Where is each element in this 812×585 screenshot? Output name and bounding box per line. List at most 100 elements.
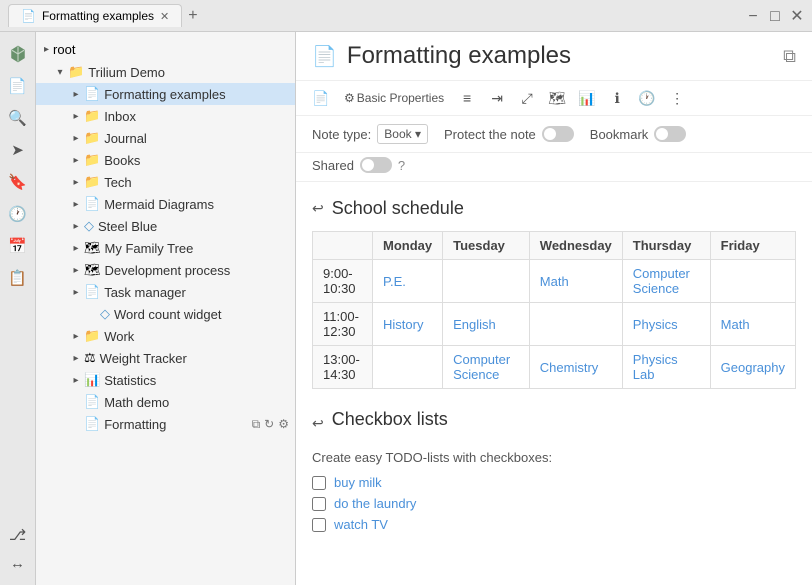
toolbar-btn-5[interactable]: 📊: [574, 85, 600, 111]
checkbox-2[interactable]: [312, 497, 326, 511]
cell-thu: Physics Lab: [622, 346, 710, 389]
toolbar-btn-1[interactable]: ≡: [454, 85, 480, 111]
new-tab-button[interactable]: +: [188, 7, 197, 25]
folder-icon: 📁: [68, 64, 84, 80]
tree-item-inbox[interactable]: ▸ 📁 Inbox: [36, 105, 295, 127]
tree-item-tech[interactable]: ▸ 📁 Tech: [36, 171, 295, 193]
tree-item-mermaid[interactable]: ▸ 📄 Mermaid Diagrams: [36, 193, 295, 215]
checkbox-item-3: watch TV: [312, 517, 796, 532]
chevron-icon: ▸: [68, 155, 84, 166]
tree-item-math-demo[interactable]: ▸ 📄 Math demo: [36, 391, 295, 413]
cell-wed: Chemistry: [529, 346, 622, 389]
tree-item-family-tree[interactable]: ▸ 🗺 My Family Tree: [36, 237, 295, 259]
history-button[interactable]: 🕐: [634, 85, 660, 111]
folder-icon: 📁: [84, 108, 100, 124]
settings-icon[interactable]: ⚙: [278, 417, 289, 432]
tree-item-formatting-examples[interactable]: ▸ 📄 Formatting examples: [36, 83, 295, 105]
chevron-icon: ▸: [68, 375, 84, 386]
chart-icon: 📊: [84, 372, 100, 388]
chevron-icon: ▸: [68, 243, 84, 254]
tree-root[interactable]: ▸ root: [36, 38, 295, 61]
col-thursday: Thursday: [622, 232, 710, 260]
cell-tue: [443, 260, 530, 303]
note-view-button[interactable]: 📄: [308, 85, 334, 111]
properties-button[interactable]: ⚙ Basic Properties: [338, 85, 450, 111]
bookmark-toggle[interactable]: [654, 126, 686, 142]
checkbox-desc: Create easy TODO-lists with checkboxes:: [312, 450, 796, 465]
info-button[interactable]: ℹ: [604, 85, 630, 111]
note-type-value: Book: [384, 127, 411, 141]
bookmark-item: Bookmark: [590, 126, 687, 142]
calendar-icon[interactable]: 📅: [4, 232, 32, 260]
tree-item-task-manager[interactable]: ▸ 📄 Task manager: [36, 281, 295, 303]
toolbar-btn-4[interactable]: 🗺: [544, 85, 570, 111]
layers-icon[interactable]: ⧉: [252, 417, 261, 432]
cell-mon: P.E.: [373, 260, 443, 303]
checkbox-label-1: buy milk: [334, 475, 382, 490]
sliders-icon: ⚙: [344, 91, 355, 105]
jump-icon[interactable]: ➤: [4, 136, 32, 164]
cell-tue: Computer Science: [443, 346, 530, 389]
toolbar-btn-3[interactable]: ⤢: [514, 85, 540, 111]
note-title-actions[interactable]: ⧉: [783, 46, 796, 67]
checkbox-3[interactable]: [312, 518, 326, 532]
tree-label: My Family Tree: [105, 241, 194, 256]
search-icon[interactable]: 🔍: [4, 104, 32, 132]
tree-item-books[interactable]: ▸ 📁 Books: [36, 149, 295, 171]
sync-icon[interactable]: ↔: [4, 549, 32, 577]
protect-label: Protect the note: [444, 127, 536, 142]
recent-icon[interactable]: 🕐: [4, 200, 32, 228]
tree-item-steel-blue[interactable]: ▸ ◇ Steel Blue: [36, 215, 295, 237]
note-title-bar: 📄 Formatting examples ⧉: [296, 32, 812, 81]
col-monday: Monday: [373, 232, 443, 260]
section-icon: ↩: [312, 200, 324, 217]
tree-label: Books: [104, 153, 140, 168]
cell-time: 9:00-10:30: [313, 260, 373, 303]
title-bar: 📄 Formatting examples ✕ + − □ ✕: [0, 0, 812, 32]
maximize-button[interactable]: □: [768, 9, 782, 23]
schedule-title: School schedule: [332, 198, 464, 219]
bookmarks-icon[interactable]: 🔖: [4, 168, 32, 196]
table-row: 13:00-14:30 Computer Science Chemistry P…: [313, 346, 796, 389]
new-note-icon[interactable]: 📄: [4, 72, 32, 100]
tree-item-work[interactable]: ▸ 📁 Work: [36, 325, 295, 347]
note-type-select[interactable]: Book ▾: [377, 124, 428, 144]
help-icon[interactable]: ?: [398, 158, 405, 173]
note-body: ↩ School schedule Monday Tuesday Wednesd…: [296, 182, 812, 585]
col-tuesday: Tuesday: [443, 232, 530, 260]
tree-item-dev-process[interactable]: ▸ 🗺 Development process: [36, 259, 295, 281]
note-icon: 📄: [84, 86, 100, 102]
minimize-button[interactable]: −: [746, 9, 760, 23]
basic-properties-label: Basic Properties: [357, 91, 444, 105]
tree-label: Task manager: [104, 285, 186, 300]
chevron-icon: ▸: [68, 287, 84, 298]
clipboard-icon[interactable]: 📋: [4, 264, 32, 292]
cell-mon: History: [373, 303, 443, 346]
tree-item-trilium-demo[interactable]: ▾ 📁 Trilium Demo: [36, 61, 295, 83]
git-icon[interactable]: ⎇: [4, 521, 32, 549]
col-friday: Friday: [710, 232, 795, 260]
tree-item-statistics[interactable]: ▸ 📊 Statistics: [36, 369, 295, 391]
cell-fri: Geography: [710, 346, 795, 389]
tree-item-weight-tracker[interactable]: ▸ ⚖ Weight Tracker: [36, 347, 295, 369]
close-button[interactable]: ✕: [790, 9, 804, 23]
tree-label: Journal: [104, 131, 147, 146]
checkbox-1[interactable]: [312, 476, 326, 490]
root-chevron: ▸: [44, 44, 49, 55]
tree-item-formatting[interactable]: ▸ 📄 Formatting ⧉ ↻ ⚙: [36, 413, 295, 435]
refresh-icon[interactable]: ↻: [264, 417, 274, 432]
checkbox-item-1: buy milk: [312, 475, 796, 490]
active-tab[interactable]: 📄 Formatting examples ✕: [8, 4, 182, 27]
toolbar-btn-2[interactable]: ⇥: [484, 85, 510, 111]
tab-close-button[interactable]: ✕: [160, 10, 169, 23]
tree-label: Trilium Demo: [88, 65, 165, 80]
note-icon: 📄: [84, 284, 100, 300]
tree-item-word-count[interactable]: ▸ ◇ Word count widget: [36, 303, 295, 325]
cell-time: 13:00-14:30: [313, 346, 373, 389]
shared-toggle[interactable]: [360, 157, 392, 173]
protect-toggle[interactable]: [542, 126, 574, 142]
note-type-label: Note type:: [312, 127, 371, 142]
more-button[interactable]: ⋮: [664, 85, 690, 111]
file-tree: ▸ root ▾ 📁 Trilium Demo ▸ 📄 Formatting e…: [36, 32, 296, 585]
tree-item-journal[interactable]: ▸ 📁 Journal: [36, 127, 295, 149]
